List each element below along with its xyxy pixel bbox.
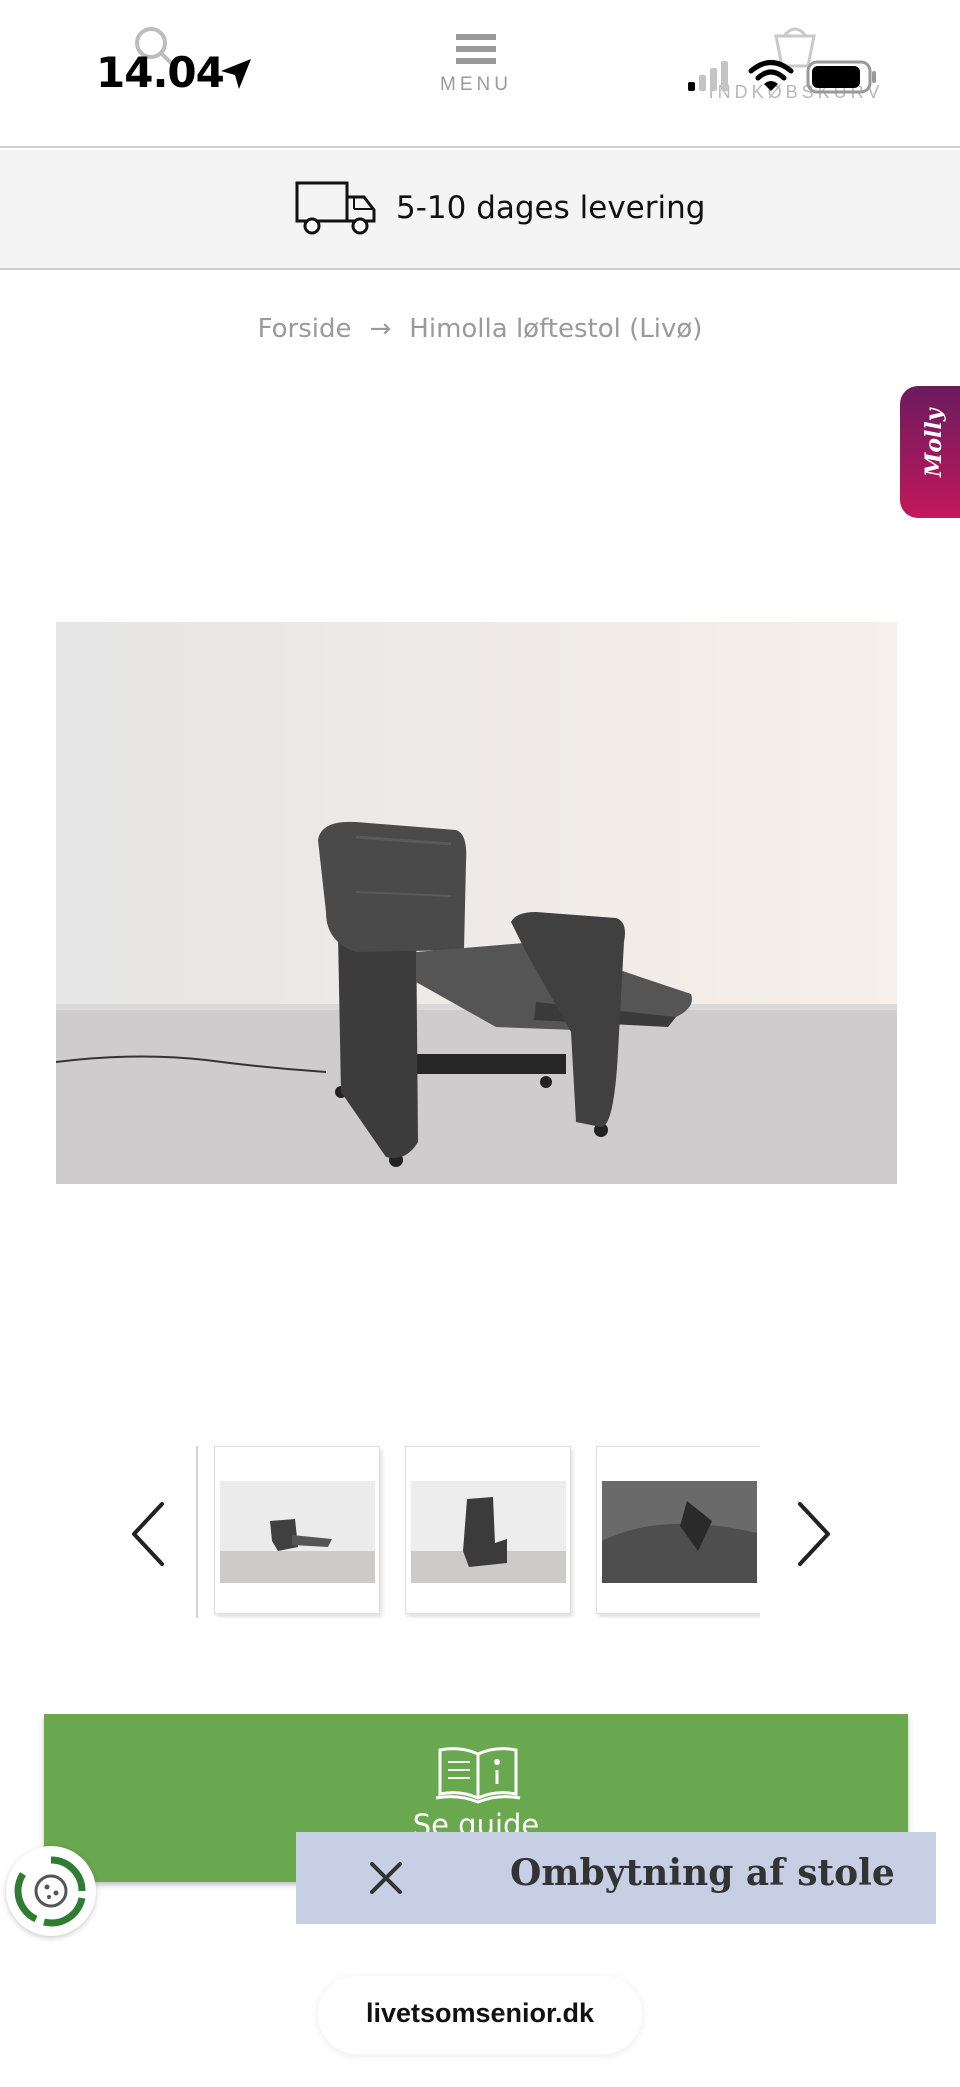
thumbnail-2[interactable] xyxy=(405,1446,571,1614)
molly-label: Molly xyxy=(921,408,947,477)
chevron-left-icon[interactable] xyxy=(126,1500,170,1568)
menu-label[interactable]: MENU xyxy=(430,74,522,96)
cookie-button[interactable] xyxy=(6,1846,96,1936)
breadcrumb-arrow-icon: → xyxy=(369,314,392,344)
breadcrumb: Forside → Himolla løftestol (Livø) xyxy=(0,314,960,344)
delivery-text: 5-10 dages levering xyxy=(396,190,706,226)
thumbnail-1[interactable] xyxy=(214,1446,380,1614)
thumbnail-image xyxy=(602,1481,757,1583)
chevron-right-icon[interactable] xyxy=(792,1500,836,1568)
thumbnail-strip xyxy=(196,1446,760,1618)
url-text[interactable]: livetsomsenior.dk xyxy=(318,1998,642,2029)
product-image[interactable] xyxy=(56,622,897,1184)
book-icon xyxy=(435,1747,521,1804)
exchange-banner-text[interactable]: Ombytning af stole xyxy=(510,1852,895,1894)
cookie-icon xyxy=(14,1856,86,1927)
thumbnail-3[interactable] xyxy=(596,1446,760,1614)
menu-icon[interactable] xyxy=(456,34,496,64)
battery-icon xyxy=(806,60,876,94)
thumbnail-image xyxy=(220,1481,375,1583)
location-icon xyxy=(221,59,251,89)
breadcrumb-current: Himolla løftestol (Livø) xyxy=(409,314,703,344)
molly-chat-tab[interactable]: Molly xyxy=(900,386,960,518)
wifi-icon xyxy=(748,60,794,91)
thumbnail-image xyxy=(411,1481,566,1583)
truck-icon xyxy=(295,181,376,235)
status-time: 14.04 xyxy=(96,48,225,97)
close-icon[interactable] xyxy=(366,1858,406,1898)
recliner-chair-image xyxy=(56,622,897,1184)
signal-icon xyxy=(688,61,728,91)
thumbnail-edge xyxy=(196,1446,198,1618)
breadcrumb-home[interactable]: Forside xyxy=(258,314,352,344)
